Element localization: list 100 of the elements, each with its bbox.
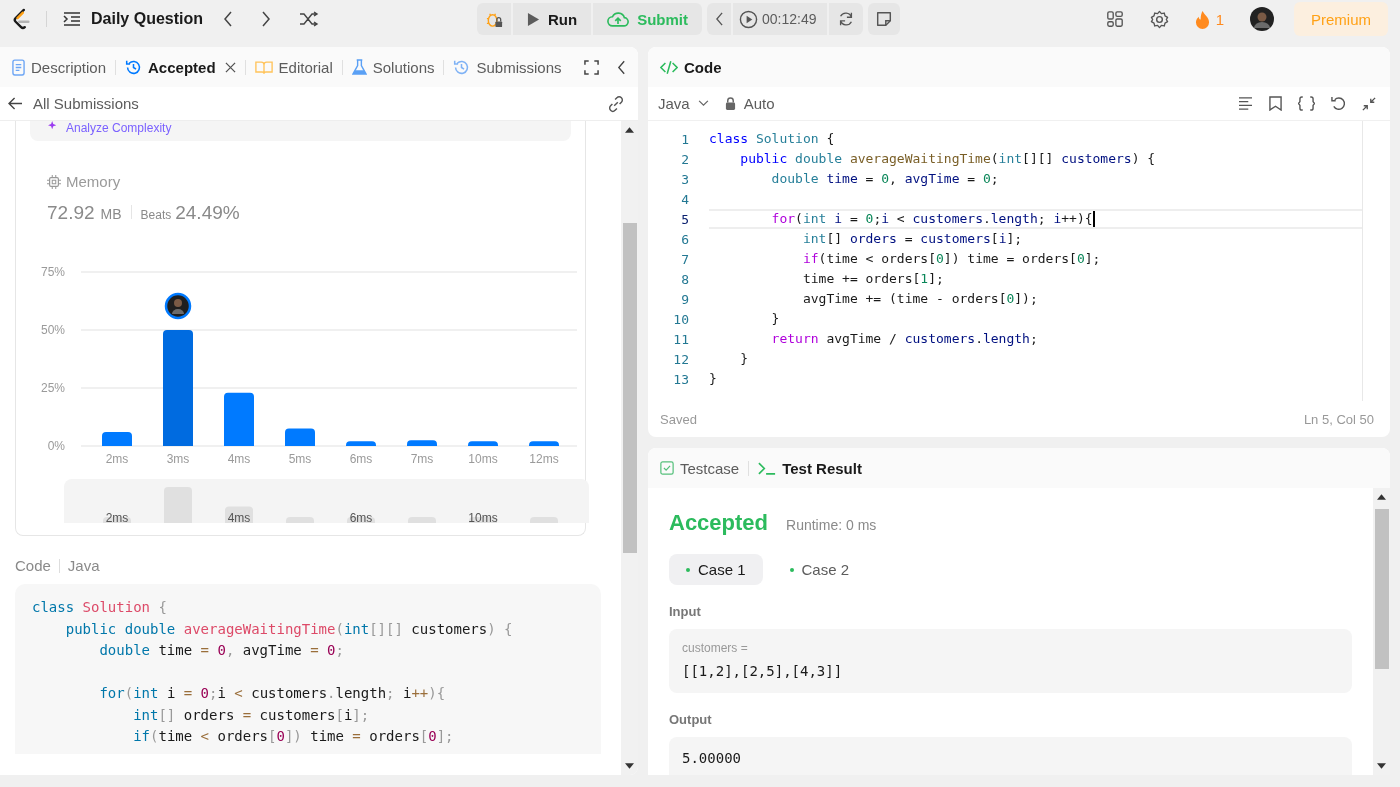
code-line: public double averageWaitingTime(int[][] customers) { <box>64 620 513 637</box>
collapse-timer-button[interactable] <box>707 3 731 35</box>
save-status: Saved <box>660 411 697 427</box>
chevron-left-icon[interactable] <box>223 11 234 27</box>
link-icon[interactable] <box>607 94 625 113</box>
reset-timer-button[interactable] <box>828 3 863 35</box>
panel-tab[interactable]: Description <box>12 58 107 76</box>
chip-icon <box>47 174 61 189</box>
panel-tab[interactable]: Accepted <box>125 58 236 76</box>
panel-tab[interactable]: Testcase <box>660 459 740 477</box>
layout-icon[interactable] <box>1105 10 1124 28</box>
axis-label: 4ms <box>227 452 251 466</box>
code-line: } <box>770 310 781 328</box>
axis-label: 12ms <box>529 452 559 466</box>
axis-label: 4ms <box>227 511 251 523</box>
code-line: class Solution { <box>32 599 167 615</box>
code-icon <box>660 59 678 75</box>
history-icon <box>125 58 143 76</box>
history-icon <box>453 58 471 76</box>
auto-mode-label[interactable]: Auto <box>724 95 775 112</box>
shuffle-icon[interactable] <box>299 11 320 27</box>
chevron-right-icon[interactable] <box>261 11 272 27</box>
line-number: 11 <box>672 331 689 347</box>
play-circle-icon <box>739 9 758 29</box>
memory-unit: MB <box>100 206 122 222</box>
bar[interactable] <box>529 441 559 446</box>
code-line: int[] orders = customers[i]; <box>132 706 370 723</box>
code-line: } <box>739 350 750 368</box>
scrollbar[interactable] <box>1373 488 1390 775</box>
scroll-up-icon[interactable] <box>1377 494 1386 500</box>
memory-value: 72.92 <box>47 202 95 224</box>
axis-label: 6ms <box>349 452 373 466</box>
case-tab[interactable]: Case 2 <box>772 554 867 585</box>
line-number: 6 <box>680 231 689 247</box>
flask-icon <box>351 58 367 76</box>
scroll-up-icon[interactable] <box>625 127 634 133</box>
checkbox-icon <box>660 461 674 475</box>
case-tab[interactable]: Case 1 <box>669 554 763 585</box>
bar[interactable] <box>468 441 498 446</box>
panel-tab[interactable]: Submissions <box>453 58 562 76</box>
line-number: 2 <box>680 151 689 167</box>
language-label: Java <box>67 557 100 574</box>
code-line: avgTime += (time - orders[0]); <box>801 290 1039 308</box>
all-submissions-link[interactable]: All Submissions <box>33 95 139 112</box>
analyze-complexity-link[interactable]: Analyze Complexity <box>66 121 172 135</box>
timer-button[interactable]: 00:12:49 <box>733 3 827 35</box>
close-icon[interactable] <box>224 61 236 73</box>
scroll-down-icon[interactable] <box>1377 763 1386 769</box>
cloud-upload-icon <box>607 10 630 28</box>
line-number: 3 <box>680 171 689 187</box>
minimize-icon[interactable] <box>1362 96 1376 111</box>
section-label: Input <box>669 604 702 619</box>
panel-tab[interactable]: Solutions <box>351 58 435 76</box>
axis-label: 3ms <box>166 452 190 466</box>
bar[interactable] <box>346 441 376 446</box>
sparkle-icon <box>48 121 58 131</box>
language-dropdown[interactable]: Java <box>658 95 709 112</box>
notes-button[interactable] <box>867 3 900 35</box>
code-line: double time = 0, avgTime = 0; <box>98 642 344 658</box>
scroll-down-icon[interactable] <box>625 763 634 769</box>
line-number: 10 <box>672 311 689 327</box>
axis-label: 10ms <box>468 511 498 523</box>
bar[interactable] <box>407 440 437 446</box>
axis-label: 7ms <box>410 452 434 466</box>
avatar-icon[interactable] <box>1250 7 1274 31</box>
list-icon[interactable] <box>63 11 81 27</box>
caret-icon <box>697 100 709 107</box>
logo-icon[interactable] <box>12 8 32 30</box>
run-button[interactable]: Run <box>513 3 592 35</box>
code-line: time += orders[1]; <box>801 270 945 288</box>
panel-tab[interactable]: Test Result <box>758 459 862 477</box>
verdict: Accepted <box>669 510 769 536</box>
axis-label: 2ms <box>105 511 129 523</box>
braces-icon[interactable] <box>1298 96 1315 111</box>
code-line: for(int i = 0;i < customers.length; i++){ <box>709 209 1362 229</box>
document-icon <box>12 58 25 76</box>
code-line: if(time < orders[0]) time = orders[0]; <box>801 250 1102 268</box>
format-icon[interactable] <box>1238 97 1253 110</box>
problem-list-title[interactable]: Daily Question <box>91 10 204 28</box>
undo-icon[interactable] <box>1331 96 1346 111</box>
lock-icon <box>724 97 736 110</box>
beats-label: Beats <box>140 208 172 222</box>
settings-icon[interactable] <box>1149 9 1169 29</box>
panel-title: Code <box>684 58 722 76</box>
avatar-icon <box>164 292 192 320</box>
code-label: Code <box>15 557 51 574</box>
code-line: } <box>709 370 718 388</box>
fullscreen-icon[interactable] <box>584 59 599 75</box>
output-value: 5.00000 <box>682 750 742 766</box>
axis-label: 25% <box>40 381 65 395</box>
debug-button[interactable] <box>477 3 511 35</box>
axis-label: 75% <box>40 265 65 279</box>
axis-label: 50% <box>40 323 65 337</box>
back-arrow-icon[interactable] <box>8 97 23 110</box>
line-number: 8 <box>680 271 689 287</box>
collapse-panel-icon[interactable] <box>617 59 626 75</box>
play-icon <box>527 11 540 27</box>
bookmark-icon[interactable] <box>1269 96 1282 111</box>
panel-tab[interactable]: Editorial <box>254 58 333 76</box>
scrollbar[interactable] <box>621 121 638 775</box>
